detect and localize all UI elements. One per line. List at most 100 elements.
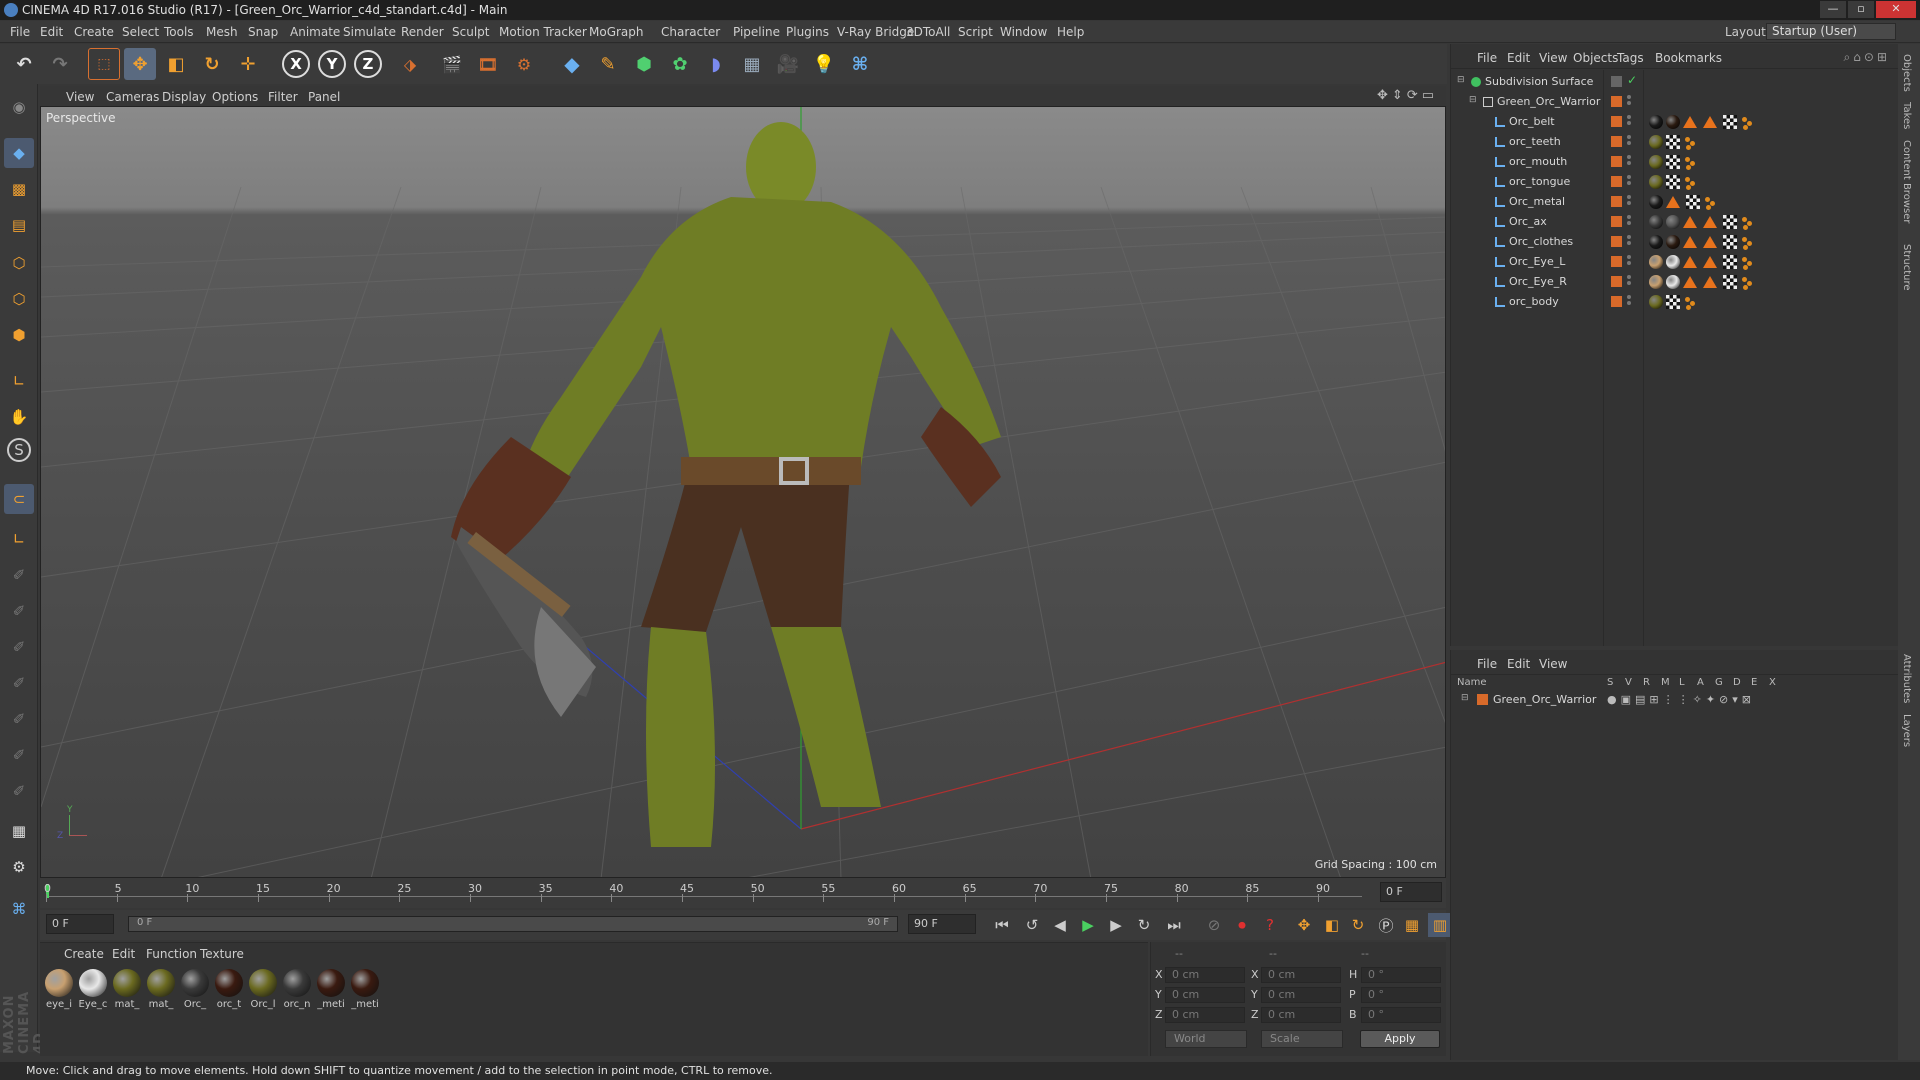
sculpt-brush-6-icon[interactable]: ✐ (4, 740, 34, 770)
object-manager-menu-edit[interactable]: Edit (1507, 51, 1530, 65)
spline-pen-icon[interactable]: ✎ (592, 48, 624, 80)
selection-tag-icon[interactable] (1685, 135, 1697, 150)
move-tool-icon[interactable]: ✥ (124, 48, 156, 80)
viewport-nav-icons[interactable]: ✥⇕⟳▭ (1377, 88, 1438, 103)
y-axis-lock-button[interactable]: Y (318, 50, 346, 78)
keyframe-selection-icon[interactable]: ? (1258, 913, 1282, 937)
object-row[interactable]: Orc_clothes (1451, 232, 1899, 252)
edges-mode-icon[interactable]: ⬡ (4, 284, 34, 314)
phong-tag-icon[interactable] (1703, 236, 1717, 248)
perspective-viewport[interactable]: Perspective Y Z Grid Spacing : 100 cm (40, 106, 1446, 878)
timeline-layout-icon[interactable]: ▥ (1428, 913, 1452, 937)
subdivision-generator-icon[interactable]: ⬢ (628, 48, 660, 80)
material-swatch[interactable]: orc_n (282, 969, 312, 1013)
cloner-icon[interactable]: ✿ (664, 48, 696, 80)
sculpt-brush-4-icon[interactable]: ✐ (4, 668, 34, 698)
coordinate-system-icon[interactable]: ⬗ (394, 48, 426, 80)
x-axis-lock-button[interactable]: X (282, 50, 310, 78)
goto-start-icon[interactable]: ⏮ (990, 913, 1014, 937)
points-mode-icon[interactable]: ⬡ (4, 248, 34, 278)
menu-help[interactable]: Help (1057, 25, 1084, 39)
menu-file[interactable]: File (10, 25, 30, 39)
sculpt-brush-7-icon[interactable]: ✐ (4, 776, 34, 806)
selection-tag-icon[interactable] (1742, 275, 1754, 290)
transform-tool-icon[interactable]: ✛ (232, 48, 264, 80)
material-menu-texture[interactable]: Texture (200, 947, 244, 961)
layer-row[interactable]: ⊟ Green_Orc_Warrior ●▣▤⊞⋮⋮✧✦⊘▾⊠ (1451, 690, 1899, 710)
phong-tag-icon[interactable] (1666, 196, 1680, 208)
menu-edit[interactable]: Edit (40, 25, 63, 39)
current-frame-field[interactable]: 0 F (1380, 882, 1442, 902)
frame-range-slider[interactable]: 0 F 90 F (128, 916, 898, 932)
object-row[interactable]: Orc_Eye_R (1451, 272, 1899, 292)
size-field[interactable]: 0 cm (1261, 1007, 1341, 1023)
orc-character-model[interactable] (451, 122, 1001, 847)
layout-dropdown[interactable]: Startup (User) (1766, 23, 1896, 40)
solo-mode-icon[interactable]: S (7, 438, 31, 462)
visibility-dots[interactable] (1627, 195, 1631, 209)
material-swatch[interactable]: _meti (316, 969, 346, 1013)
texture-tag-icon[interactable] (1666, 175, 1680, 189)
model-mode-icon[interactable]: ◆ (4, 138, 34, 168)
workplane-icon[interactable]: ▤ (4, 210, 34, 240)
prev-key-icon[interactable]: ↺ (1020, 913, 1044, 937)
phong-tag-icon[interactable] (1703, 116, 1717, 128)
object-row[interactable]: orc_body (1451, 292, 1899, 312)
menu-motion-tracker[interactable]: Motion Tracker (499, 25, 587, 39)
material-tag-icon[interactable] (1649, 255, 1663, 269)
phong-tag-icon[interactable] (1703, 216, 1717, 228)
menu-3dtoall[interactable]: 3DToAll (906, 25, 950, 39)
z-axis-lock-button[interactable]: Z (354, 50, 382, 78)
right-tab-takes[interactable]: Takes (1901, 102, 1912, 129)
layer-color-swatch[interactable] (1611, 136, 1622, 147)
visibility-dots[interactable] (1627, 135, 1631, 149)
layer-color-swatch[interactable] (1611, 116, 1622, 127)
rotation-field[interactable]: 0 ° (1361, 987, 1441, 1003)
record-keys-icon[interactable]: ⊘ (1202, 913, 1226, 937)
texture-tag-icon[interactable] (1723, 235, 1737, 249)
snap-icon[interactable]: ⊂ (4, 484, 34, 514)
menu-animate[interactable]: Animate (290, 25, 340, 39)
phong-tag-icon[interactable] (1683, 116, 1697, 128)
material-swatch[interactable]: eye_i (44, 969, 74, 1013)
layer-color-swatch[interactable] (1611, 276, 1622, 287)
floor-icon[interactable]: ▦ (736, 48, 768, 80)
viewport-menu-options[interactable]: Options (212, 90, 258, 104)
material-swatch[interactable]: Eye_c (78, 969, 108, 1013)
object-manager-menu-objects[interactable]: Objects (1573, 51, 1618, 65)
viewport-menu-filter[interactable]: Filter (268, 90, 298, 104)
right-tab-structure[interactable]: Structure (1901, 244, 1912, 291)
sculpt-brush-2-icon[interactable]: ✐ (4, 596, 34, 626)
material-tag-icon[interactable] (1649, 275, 1663, 289)
light-icon[interactable]: 💡 (808, 48, 840, 80)
deformer-icon[interactable]: ◗ (700, 48, 732, 80)
selection-tag-icon[interactable] (1685, 155, 1697, 170)
menu-mesh[interactable]: Mesh (206, 25, 238, 39)
camera-icon[interactable]: 🎥 (772, 48, 804, 80)
menu-snap[interactable]: Snap (248, 25, 278, 39)
key-rotation-icon[interactable]: ↻ (1346, 913, 1370, 937)
position-field[interactable]: 0 cm (1165, 987, 1245, 1003)
viewport-menu-view[interactable]: View (66, 90, 94, 104)
size-field[interactable]: 0 cm (1261, 967, 1341, 983)
menu-plugins[interactable]: Plugins (786, 25, 829, 39)
goto-end-icon[interactable]: ⏭ (1162, 913, 1186, 937)
layer-manager-menu-file[interactable]: File (1477, 657, 1497, 671)
object-row-group[interactable]: ⊟ Green_Orc_Warrior (1451, 92, 1899, 112)
apply-button[interactable]: Apply (1360, 1030, 1440, 1048)
prev-frame-icon[interactable]: ◀ (1048, 913, 1072, 937)
object-row[interactable]: Orc_belt (1451, 112, 1899, 132)
viewport-menu-panel[interactable]: Panel (308, 90, 340, 104)
sculpt-brush-1-icon[interactable]: ✐ (4, 560, 34, 590)
material-tag-icon[interactable] (1649, 135, 1663, 149)
material-menu-function[interactable]: Function (146, 947, 197, 961)
scale-tool-icon[interactable]: ◧ (160, 48, 192, 80)
tweak-mode-icon[interactable]: ✋ (4, 402, 34, 432)
texture-tag-icon[interactable] (1666, 295, 1680, 309)
object-manager-menu-file[interactable]: File (1477, 51, 1497, 65)
material-tag-icon[interactable] (1666, 255, 1680, 269)
selection-tag-icon[interactable] (1705, 195, 1717, 210)
layer-toggle-icons[interactable]: ●▣▤⊞⋮⋮✧✦⊘▾⊠ (1607, 693, 1755, 706)
right-tab-layers[interactable]: Layers (1901, 714, 1912, 747)
visibility-dots[interactable] (1627, 295, 1631, 309)
